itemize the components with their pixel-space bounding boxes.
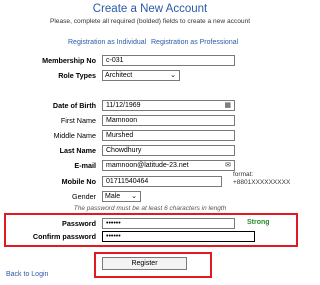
confirm-password-input[interactable]: •••••• <box>102 231 255 242</box>
page-subtitle: Please, complete all required (bolded) f… <box>49 18 251 25</box>
email-value: mamnoon@latitude-23.net <box>106 162 189 169</box>
password-label: Password <box>62 219 96 228</box>
mobile-format-example: +8801XXXXXXXXX <box>233 179 291 186</box>
membership-no-input[interactable]: c-031 <box>102 55 235 66</box>
gender-label: Gender <box>72 192 96 201</box>
role-types-label: Role Types <box>58 71 96 80</box>
chevron-down-icon: ⌄ <box>170 72 176 79</box>
mobile-label: Mobile No <box>61 177 96 186</box>
first-name-input[interactable]: Mamnoon <box>102 115 235 126</box>
gender-select[interactable]: Male ⌄ <box>102 191 141 202</box>
envelope-icon: ✉ <box>225 162 231 169</box>
chevron-down-icon: ⌄ <box>131 193 137 200</box>
password-hint: The password must be at least 6 characte… <box>73 205 227 212</box>
dob-value: 11/12/1969 <box>106 102 141 109</box>
first-name-label: First Name <box>60 116 96 125</box>
password-input[interactable]: •••••• <box>102 218 235 229</box>
mobile-input[interactable]: 01711540464 <box>102 176 222 187</box>
dob-input[interactable]: 11/12/1969 ▦ <box>102 100 235 111</box>
registration-professional-link[interactable]: Registration as Professional <box>151 39 238 46</box>
page-title: Create a New Account <box>92 3 208 15</box>
password-strength-indicator: Strong <box>247 219 270 226</box>
email-label: E-mail <box>74 161 96 170</box>
mobile-format-label: format: <box>233 171 254 178</box>
register-button[interactable]: Register <box>102 257 187 270</box>
confirm-password-label: Confirm password <box>32 232 96 241</box>
gender-value: Male <box>105 193 121 200</box>
last-name-input[interactable]: Chowdhury <box>102 145 235 156</box>
back-to-login-link[interactable]: Back to Login <box>6 271 48 278</box>
middle-name-label: Middle Name <box>53 131 96 140</box>
role-types-value: Architect <box>105 72 133 79</box>
registration-individual-link[interactable]: Registration as Individual <box>68 39 146 46</box>
last-name-label: Last Name <box>59 146 96 155</box>
membership-no-label: Membership No <box>42 56 96 65</box>
middle-name-input[interactable]: Murshed <box>102 130 235 141</box>
calendar-icon[interactable]: ▦ <box>224 101 231 110</box>
email-input[interactable]: mamnoon@latitude-23.net ✉ <box>102 160 235 171</box>
dob-label: Date of Birth <box>52 101 96 110</box>
role-types-select[interactable]: Architect ⌄ <box>102 70 180 81</box>
